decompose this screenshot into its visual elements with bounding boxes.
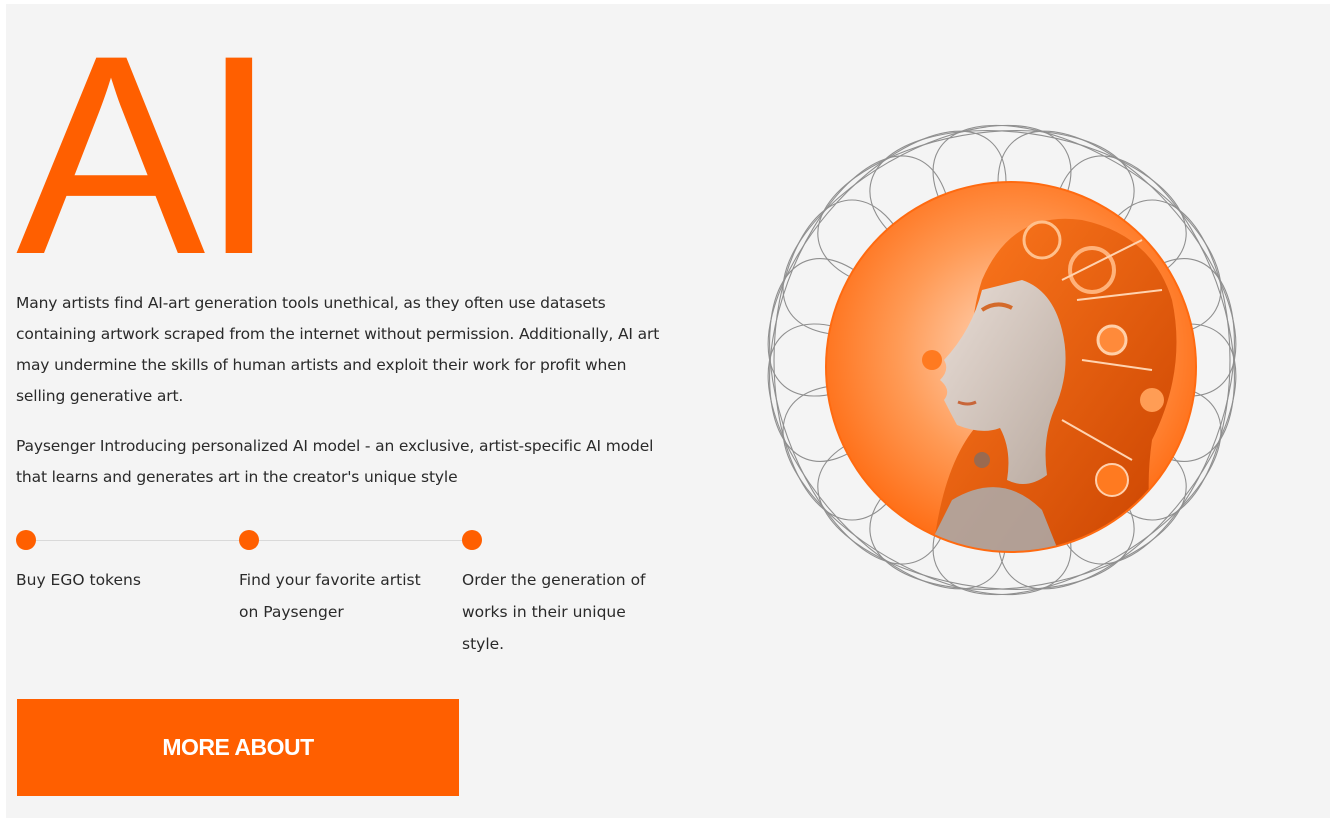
step-buy-tokens: Buy EGO tokens xyxy=(16,530,236,596)
hero-title: AI xyxy=(16,0,278,314)
step-label: Find your favorite artist on Paysenger xyxy=(239,571,421,621)
artwork-illustration xyxy=(682,40,1322,680)
step-dot-icon xyxy=(239,530,259,550)
step-dot-icon xyxy=(16,530,36,550)
description-paragraph-2: Paysenger Introducing personalized AI mo… xyxy=(16,437,654,486)
step-find-artist: Find your favorite artist on Paysenger xyxy=(239,530,429,628)
more-about-button[interactable]: MORE ABOUT xyxy=(17,699,459,796)
steps-timeline: Buy EGO tokens Find your favorite artist… xyxy=(16,530,676,660)
step-order-generation: Order the generation of works in their u… xyxy=(462,530,662,660)
step-dot-icon xyxy=(462,530,482,550)
step-label: Order the generation of works in their u… xyxy=(462,571,646,653)
portrait-medallion xyxy=(825,181,1197,553)
description-paragraph-1: Many artists find AI-art generation tool… xyxy=(16,294,660,405)
page-section: AI Many artists find AI-art generation t… xyxy=(6,4,1330,818)
step-label: Buy EGO tokens xyxy=(16,571,141,589)
